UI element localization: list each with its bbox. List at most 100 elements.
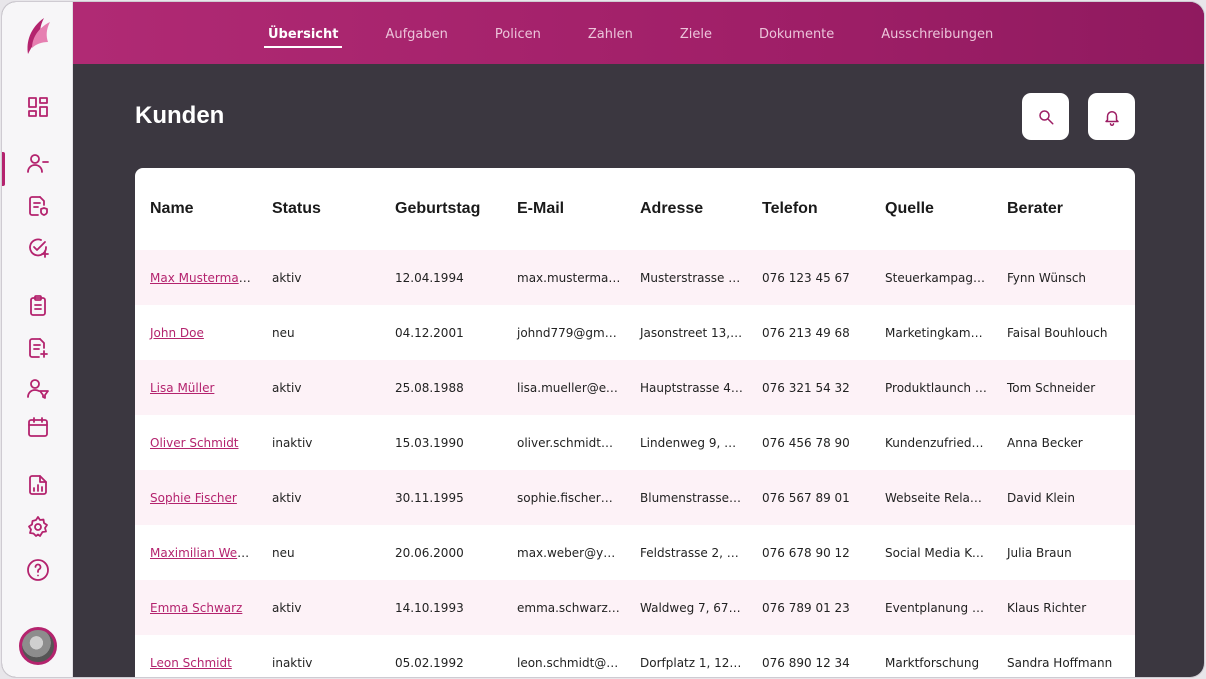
column-header-phone[interactable]: Telefon	[747, 168, 870, 250]
customer-link[interactable]: Maximilian Weber	[150, 546, 257, 560]
cell-name: Max Mustermann	[135, 250, 257, 305]
cell-name: Leon Schmidt	[135, 635, 257, 677]
document-add-icon[interactable]	[25, 335, 51, 361]
cell-status: neu	[272, 545, 295, 560]
customer-link[interactable]: Leon Schmidt	[150, 656, 232, 670]
cell-source: Steuerkampagne...	[870, 250, 992, 305]
column-header-address[interactable]: Adresse	[625, 168, 747, 250]
cell-advisor: Fynn Wünsch	[992, 250, 1135, 305]
cell-status: aktiv	[257, 470, 380, 525]
cell-phone: 076 567 89 01	[747, 470, 870, 525]
cell-status: aktiv	[257, 250, 380, 305]
cell-advisor: Julia Braun	[1007, 545, 1072, 560]
cell-source: Marketingkampa...	[885, 325, 992, 340]
bell-icon	[1104, 110, 1119, 126]
user-filter-icon[interactable]	[25, 376, 51, 402]
cell-source: Kundenzufrieden...	[885, 435, 992, 450]
cell-name: Oliver Schmidt	[135, 415, 257, 470]
cell-advisor: Anna Becker	[1007, 435, 1083, 450]
page-title: Kunden	[135, 102, 225, 129]
customer-link[interactable]: Oliver Schmidt	[150, 436, 239, 450]
active-indicator	[2, 152, 5, 186]
help-icon[interactable]	[25, 557, 51, 583]
cell-phone: 076 890 12 34	[762, 655, 850, 670]
cell-email: sophie.fischer@g...	[502, 470, 625, 525]
customer-link[interactable]: Lisa Müller	[150, 381, 214, 395]
table-row[interactable]: Emma Schwarz aktiv 14.10.1993 emma.schwa…	[135, 580, 1135, 635]
sidebar	[2, 2, 73, 677]
table-header: Name Status Geburtstag E-Mail Adresse Te…	[135, 168, 1135, 250]
settings-icon[interactable]	[25, 514, 51, 540]
table-row[interactable]: John Doe neu 04.12.2001 johnd779@gmail..…	[135, 305, 1135, 360]
column-header-email[interactable]: E-Mail	[502, 168, 625, 250]
cell-name: John Doe	[135, 305, 257, 360]
cell-address: Feldstrasse 2, 54...	[640, 545, 747, 560]
check-add-icon[interactable]	[25, 235, 51, 261]
document-shield-icon[interactable]	[25, 193, 51, 219]
cell-address: Jasonstreet 13, 8...	[640, 325, 747, 340]
table-row[interactable]: Sophie Fischer aktiv 30.11.1995 sophie.f…	[135, 470, 1135, 525]
customers-icon[interactable]	[25, 150, 51, 176]
cell-status: aktiv	[257, 360, 380, 415]
customer-link[interactable]: Sophie Fischer	[150, 491, 237, 505]
customer-link[interactable]: John Doe	[150, 326, 204, 340]
cell-email: leon.schmidt@w...	[517, 655, 625, 670]
report-chart-icon[interactable]	[25, 472, 51, 498]
cell-birthday: 04.12.2001	[395, 325, 464, 340]
table-row[interactable]: Maximilian Weber neu 20.06.2000 max.webe…	[135, 525, 1135, 580]
cell-name: Sophie Fischer	[135, 470, 257, 525]
cell-address: Dorfplatz 1, 1234...	[640, 655, 747, 670]
notifications-button[interactable]	[1088, 93, 1135, 140]
cell-address: Hauptstrasse 45,...	[625, 360, 747, 415]
column-header-advisor[interactable]: Berater	[992, 168, 1135, 250]
cell-advisor: Faisal Bouhlouch	[1007, 325, 1108, 340]
cell-phone: 076 213 49 68	[762, 325, 850, 340]
clipboard-icon[interactable]	[25, 293, 51, 319]
cell-phone: 076 123 45 67	[747, 250, 870, 305]
search-button[interactable]	[1022, 93, 1069, 140]
table-row[interactable]: Max Mustermann aktiv 12.04.1994 max.must…	[135, 250, 1135, 305]
tab-ausschreibungen[interactable]: Ausschreibungen	[881, 2, 993, 64]
cell-birthday: 15.03.1990	[395, 435, 464, 450]
cell-email: johnd779@gmail....	[517, 325, 625, 340]
top-navigation: Übersicht Aufgaben Policen Zahlen Ziele …	[73, 2, 1204, 64]
cell-email: emma.schwarz@...	[502, 580, 625, 635]
cell-source: Social Media Ka...	[885, 545, 991, 560]
cell-birthday: 20.06.2000	[395, 545, 464, 560]
table-row[interactable]: Leon Schmidt inaktiv 05.02.1992 leon.sch…	[135, 635, 1135, 677]
calendar-icon[interactable]	[25, 414, 51, 440]
cell-address: Lindenweg 9, 98...	[640, 435, 747, 450]
cell-email: oliver.schmidt@h...	[517, 435, 625, 450]
customers-table: Name Status Geburtstag E-Mail Adresse Te…	[135, 168, 1135, 677]
tab-zahlen[interactable]: Zahlen	[588, 2, 633, 64]
cell-name: Maximilian Weber	[135, 525, 257, 580]
column-header-source[interactable]: Quelle	[870, 168, 992, 250]
dashboard-icon[interactable]	[25, 94, 51, 120]
cell-email: max.musterman...	[502, 250, 625, 305]
tab-dokumente[interactable]: Dokumente	[759, 2, 834, 64]
avatar[interactable]	[19, 627, 57, 665]
cell-birthday: 05.02.1992	[395, 655, 464, 670]
cell-address: Blumenstrasse 2...	[625, 470, 747, 525]
tab-policen[interactable]: Policen	[495, 2, 541, 64]
table-row[interactable]: Oliver Schmidt inaktiv 15.03.1990 oliver…	[135, 415, 1135, 470]
cell-advisor: David Klein	[992, 470, 1135, 525]
tab-uebersicht[interactable]: Übersicht	[263, 2, 343, 64]
cell-email: max.weber@yah...	[517, 545, 625, 560]
cell-birthday: 30.11.1995	[380, 470, 502, 525]
cell-status: neu	[272, 325, 295, 340]
tab-aufgaben[interactable]: Aufgaben	[385, 2, 447, 64]
tab-ziele[interactable]: Ziele	[680, 2, 712, 64]
cell-source: Produktlaunch 2...	[870, 360, 992, 415]
column-header-name[interactable]: Name	[135, 168, 257, 250]
column-header-birthday[interactable]: Geburtstag	[380, 168, 502, 250]
customer-link[interactable]: Emma Schwarz	[150, 601, 242, 615]
customer-link[interactable]: Max Mustermann	[150, 271, 254, 285]
table-row[interactable]: Lisa Müller aktiv 25.08.1988 lisa.muelle…	[135, 360, 1135, 415]
cell-name: Lisa Müller	[135, 360, 257, 415]
column-header-status[interactable]: Status	[257, 168, 380, 250]
cell-advisor: Sandra Hoffmann	[1007, 655, 1113, 670]
logo-icon	[27, 18, 50, 54]
cell-advisor: Tom Schneider	[992, 360, 1135, 415]
cell-phone: 076 678 90 12	[762, 545, 850, 560]
